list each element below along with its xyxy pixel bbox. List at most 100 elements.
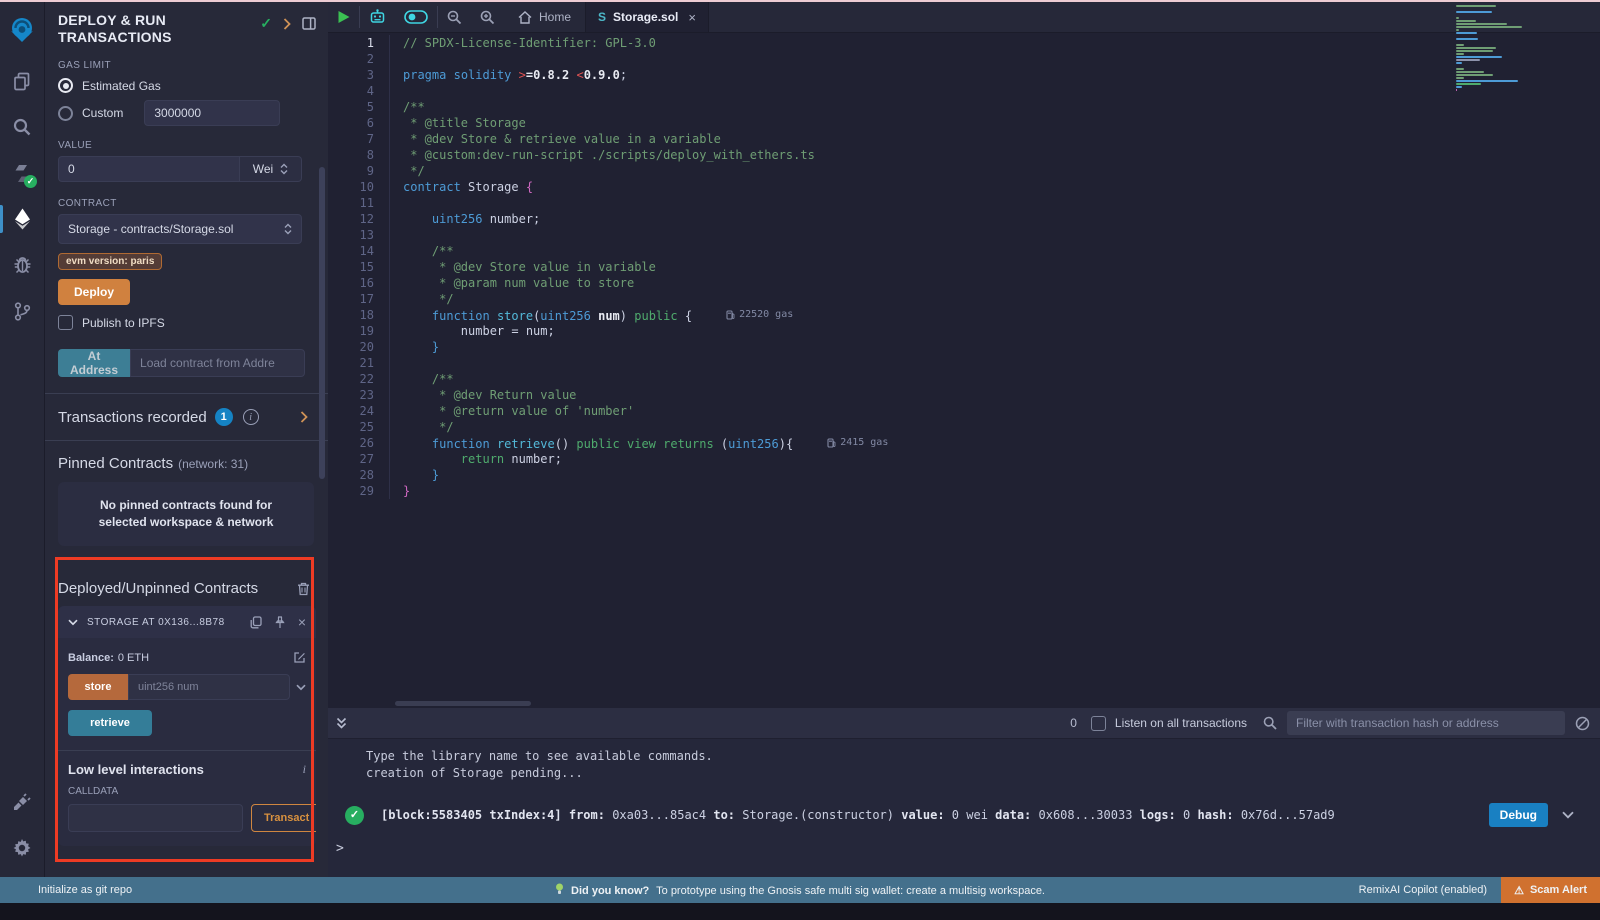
editor-horizontal-scrollbar[interactable]	[395, 701, 531, 706]
terminal-prompt[interactable]: >	[328, 827, 1600, 856]
file-explorer-icon[interactable]	[0, 58, 44, 104]
calldata-input[interactable]	[68, 804, 243, 832]
settings-icon[interactable]	[0, 825, 44, 871]
evm-version-badge: evm version: paris	[58, 253, 162, 270]
run-script-button[interactable]	[328, 2, 359, 32]
collapse-terminal-icon[interactable]	[336, 717, 347, 729]
listen-checkbox[interactable]	[1091, 716, 1106, 731]
chevron-down-icon[interactable]	[1562, 811, 1574, 819]
panel-scrollbar[interactable]	[319, 167, 325, 479]
pin-icon[interactable]	[274, 616, 286, 629]
line-number: 7	[328, 131, 389, 147]
line-number: 18	[328, 307, 389, 323]
debugger-icon[interactable]	[0, 242, 44, 288]
contract-instance-header[interactable]: STORAGE AT 0X136...8B78 ×	[58, 606, 316, 638]
tab-storage-sol[interactable]: S Storage.sol ×	[585, 2, 709, 32]
store-arg-input[interactable]	[128, 674, 290, 700]
retrieve-function-button[interactable]: retrieve	[68, 710, 152, 736]
tab-home[interactable]: Home	[504, 2, 585, 32]
code-line: 10contract Storage {	[328, 179, 1600, 195]
info-icon[interactable]: i	[243, 409, 259, 425]
transactions-recorded-row[interactable]: Transactions recorded 1 i	[44, 394, 328, 440]
chevron-down-icon[interactable]	[296, 684, 306, 691]
publish-ipfs-option[interactable]: Publish to IPFS	[58, 315, 302, 330]
line-number: 28	[328, 467, 389, 483]
success-badge-icon: ✓	[24, 175, 37, 188]
panel-title: DEPLOY & RUN TRANSACTIONS	[58, 12, 172, 46]
deploy-button[interactable]: Deploy	[58, 279, 130, 305]
plugin-manager-icon[interactable]	[0, 779, 44, 825]
line-number: 26	[328, 435, 389, 451]
pinned-contracts-header: Pinned Contracts (network: 31)	[44, 441, 328, 480]
remix-ide-window: ✓ DEPLOY & RUN TRANSACTIONS ✓ GAS LIMIT …	[0, 0, 1600, 920]
deploy-run-icon[interactable]	[0, 196, 44, 242]
line-number: 6	[328, 115, 389, 131]
zoom-out-icon[interactable]	[438, 2, 471, 32]
solidity-compiler-icon[interactable]: ✓	[0, 150, 44, 196]
code-line: 11	[328, 195, 1600, 211]
code-line: 17 */	[328, 291, 1600, 307]
line-number: 8	[328, 147, 389, 163]
rail-top-items: ✓	[0, 2, 44, 334]
zoom-in-icon[interactable]	[471, 2, 504, 32]
tx-count-badge: 1	[215, 408, 233, 426]
compile-success-icon: ✓	[260, 15, 272, 32]
terminal-log: Type the library name to see available c…	[328, 739, 1600, 782]
checkbox-icon[interactable]	[58, 315, 73, 330]
line-number: 20	[328, 339, 389, 355]
line-number: 11	[328, 195, 389, 211]
warning-icon: ⚠	[1514, 884, 1524, 897]
chevron-right-icon[interactable]	[283, 18, 291, 30]
custom-gas-option[interactable]: Custom	[58, 106, 123, 121]
value-label: VALUE	[58, 140, 302, 151]
transact-button[interactable]: Transact	[251, 804, 316, 832]
at-address-input[interactable]	[130, 349, 305, 377]
scam-alert-button[interactable]: ⚠ Scam Alert	[1501, 877, 1600, 903]
editor-area: Home S Storage.sol × 1// SPDX-License-Id…	[328, 2, 1600, 708]
estimated-gas-option[interactable]: Estimated Gas	[58, 78, 302, 93]
clear-filter-icon[interactable]	[1575, 716, 1590, 731]
git-icon[interactable]	[0, 288, 44, 334]
line-number: 4	[328, 83, 389, 99]
copy-icon[interactable]	[250, 616, 262, 629]
chevron-down-icon[interactable]	[68, 619, 78, 626]
line-number: 17	[328, 291, 389, 307]
chevron-right-icon[interactable]	[300, 411, 308, 423]
line-number: 27	[328, 451, 389, 467]
search-icon[interactable]	[0, 104, 44, 150]
git-init-status[interactable]: Initialize as git repo	[38, 884, 132, 896]
line-number: 3	[328, 67, 389, 83]
code-line: 9 */	[328, 163, 1600, 179]
value-unit-select[interactable]: Wei	[240, 156, 302, 182]
radio-unselected-icon[interactable]	[58, 106, 73, 121]
transaction-log-row[interactable]: ✓ [block:5583405 txIndex:4] from: 0xa03.…	[328, 803, 1600, 827]
trash-icon[interactable]	[297, 582, 310, 596]
editor-toolbar: Home S Storage.sol ×	[328, 2, 1600, 33]
copilot-toggle[interactable]	[395, 2, 437, 32]
remix-logo-icon[interactable]	[0, 2, 44, 58]
close-icon[interactable]: ×	[298, 614, 306, 630]
code-line: 1// SPDX-License-Identifier: GPL-3.0	[328, 35, 1600, 51]
terminal-filter-input[interactable]	[1287, 711, 1565, 735]
code-editor[interactable]: 1// SPDX-License-Identifier: GPL-3.023pr…	[328, 35, 1600, 708]
close-icon[interactable]: ×	[688, 10, 696, 25]
balance-row: Balance: 0 ETH	[68, 651, 306, 664]
stepper-arrows-icon	[284, 223, 292, 235]
code-line: 7 * @dev Store & retrieve value in a var…	[328, 131, 1600, 147]
custom-gas-input[interactable]	[144, 100, 280, 126]
info-icon[interactable]: i	[303, 762, 306, 777]
radio-selected-icon[interactable]	[58, 78, 73, 93]
copilot-status[interactable]: RemixAI Copilot (enabled)	[1359, 884, 1487, 896]
line-number: 15	[328, 259, 389, 275]
code-line: 6 * @title Storage	[328, 115, 1600, 131]
value-input[interactable]	[58, 156, 240, 182]
ai-copilot-robot-icon[interactable]	[360, 2, 395, 32]
at-address-button[interactable]: At Address	[58, 349, 130, 377]
contract-select[interactable]: Storage - contracts/Storage.sol	[58, 214, 302, 244]
debug-button[interactable]: Debug	[1489, 803, 1548, 827]
edit-icon[interactable]	[293, 651, 306, 664]
pin-panel-icon[interactable]	[302, 17, 316, 30]
code-line: 15 * @dev Store value in variable	[328, 259, 1600, 275]
editor-minimap[interactable]	[1456, 5, 1536, 92]
store-function-button[interactable]: store	[68, 674, 128, 700]
